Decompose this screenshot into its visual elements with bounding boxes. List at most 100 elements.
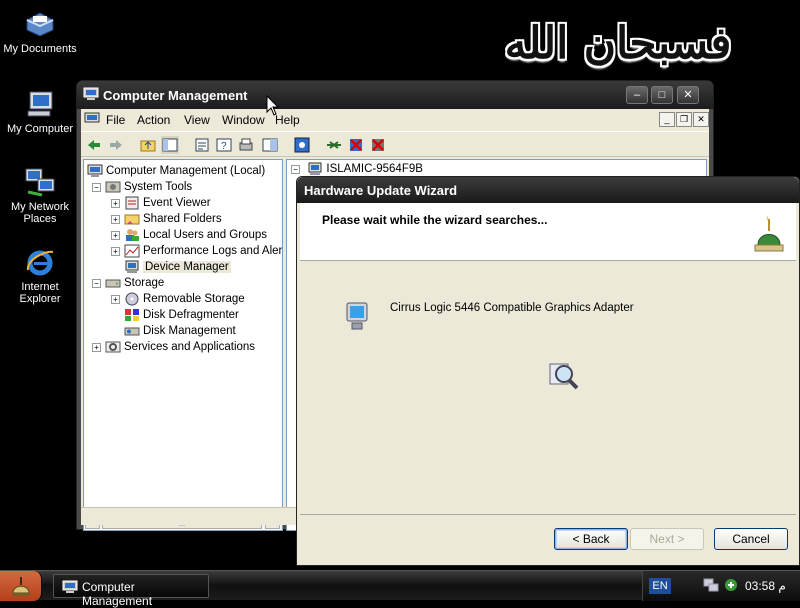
- forward-arrow-icon[interactable]: [107, 136, 125, 154]
- tree-item-shared-folders[interactable]: + Shared Folders: [111, 212, 222, 228]
- disable-device-icon[interactable]: [369, 136, 387, 154]
- language-indicator[interactable]: EN: [649, 578, 671, 594]
- tree-item-storage[interactable]: − Storage: [92, 276, 164, 292]
- next-button[interactable]: Next >: [630, 528, 704, 550]
- disk-management-icon: [124, 327, 140, 336]
- computer-management-icon: [87, 164, 103, 177]
- close-button[interactable]: ✕: [677, 86, 699, 104]
- tree-item-disk-management[interactable]: Disk Management: [124, 324, 236, 340]
- menu-view[interactable]: View: [184, 113, 210, 127]
- services-apps-icon: [105, 341, 121, 353]
- update-driver-icon[interactable]: [325, 136, 343, 154]
- tree-item-label: Device Manager: [143, 261, 231, 273]
- tree-item-label: Local Users and Groups: [143, 229, 268, 241]
- up-folder-icon[interactable]: [139, 136, 157, 154]
- device-manager-icon: [125, 260, 139, 273]
- disk-defragmenter-icon: [125, 309, 139, 321]
- tree-item-disk-defragmenter[interactable]: Disk Defragmenter: [124, 308, 239, 324]
- mmc-system-menu-icon[interactable]: [84, 112, 100, 126]
- tree-item-label: Disk Defragmenter: [143, 309, 239, 321]
- tree-item-performance-logs[interactable]: + Performance Logs and Alerts: [111, 244, 283, 260]
- tree-item-system-tools[interactable]: − System Tools: [92, 180, 192, 196]
- toolbar: ?: [81, 131, 709, 157]
- device-tree-root[interactable]: − ISLAMIC-9564F9B: [291, 162, 423, 176]
- taskbar: Computer Management EN 03:58 م: [0, 570, 800, 608]
- network-places-icon: [25, 168, 55, 197]
- desktop-icon-my-documents[interactable]: My Documents: [0, 8, 80, 55]
- cancel-button[interactable]: Cancel: [714, 528, 788, 550]
- removable-storage-icon: [125, 292, 139, 306]
- storage-icon: [105, 279, 121, 288]
- tree-item-removable-storage[interactable]: + Removable Storage: [111, 292, 245, 308]
- network-tray-icon[interactable]: [703, 577, 719, 593]
- my-documents-icon: [26, 12, 54, 37]
- wizard-body: Cirrus Logic 5446 Compatible Graphics Ad…: [300, 262, 796, 513]
- device-name-label: Cirrus Logic 5446 Compatible Graphics Ad…: [390, 302, 634, 314]
- dialog-titlebar[interactable]: Hardware Update Wizard: [297, 177, 799, 203]
- mdi-close-button[interactable]: ✕: [693, 112, 709, 127]
- system-tray: EN 03:58 م: [642, 571, 800, 601]
- print-icon[interactable]: [237, 136, 255, 154]
- mdi-restore-button[interactable]: ❐: [676, 112, 692, 127]
- start-button[interactable]: [0, 571, 42, 601]
- window-titlebar[interactable]: Computer Management – □ ✕: [77, 81, 713, 109]
- tree-item-label: Performance Logs and Alerts: [143, 245, 283, 257]
- tree-item-device-manager[interactable]: Device Manager: [124, 260, 231, 276]
- performance-logs-icon: [124, 244, 140, 258]
- mosque-dome-logo-icon: [754, 215, 784, 252]
- collapse-toggle[interactable]: −: [92, 182, 101, 192]
- computer-management-icon: [62, 580, 78, 593]
- help-icon[interactable]: ?: [215, 136, 233, 154]
- tree-item-label: Event Viewer: [143, 197, 211, 209]
- internet-explorer-icon: [26, 250, 54, 276]
- desktop-icon-my-computer[interactable]: My Computer: [0, 88, 80, 135]
- desktop-icon-label: Internet Explorer: [19, 281, 61, 305]
- menu-action[interactable]: Action: [137, 113, 170, 127]
- minimize-button[interactable]: –: [626, 86, 648, 104]
- clock[interactable]: 03:58 م: [745, 579, 786, 593]
- tree-item-event-viewer[interactable]: + Event Viewer: [111, 196, 211, 212]
- expand-toggle[interactable]: +: [111, 246, 120, 256]
- menu-file[interactable]: File: [106, 113, 125, 127]
- desktop-calligraphy-text: فسبحان الله حين: [504, 18, 732, 120]
- scan-hardware-icon[interactable]: [293, 136, 311, 154]
- menu-window[interactable]: Window: [222, 113, 265, 127]
- export-list-icon[interactable]: [261, 136, 279, 154]
- expand-toggle[interactable]: +: [111, 198, 120, 208]
- tree-item-label: Disk Management: [143, 325, 236, 337]
- desktop-icon-label: My Network Places: [10, 201, 70, 225]
- tree-item-label: Removable Storage: [143, 293, 245, 305]
- menu-bar: File Action View Window Help _ ❐ ✕: [81, 109, 709, 131]
- local-users-icon: [126, 229, 139, 241]
- expand-toggle[interactable]: +: [92, 342, 101, 352]
- system-tools-icon: [105, 181, 121, 193]
- mdi-minimize-button[interactable]: _: [659, 112, 675, 127]
- tree-item-computer-management[interactable]: Computer Management (Local): [87, 164, 265, 180]
- back-button[interactable]: < Back: [554, 528, 628, 550]
- collapse-toggle[interactable]: −: [92, 278, 101, 288]
- desktop-icon-label: My Computer: [6, 123, 74, 135]
- desktop-icon-network-places[interactable]: My Network Places: [0, 166, 80, 225]
- expand-toggle[interactable]: +: [111, 294, 120, 304]
- tree-item-local-users[interactable]: + Local Users and Groups: [111, 228, 267, 244]
- window-title: Computer Management: [103, 88, 248, 103]
- collapse-toggle[interactable]: −: [291, 164, 300, 174]
- tree-item-services-applications[interactable]: + Services and Applications: [92, 340, 255, 356]
- taskbar-button-computer-management[interactable]: Computer Management: [53, 574, 209, 608]
- svg-text:?: ?: [221, 141, 227, 152]
- tree-item-label: Services and Applications: [124, 341, 256, 353]
- maximize-button[interactable]: □: [651, 86, 673, 104]
- expand-toggle[interactable]: +: [111, 214, 120, 224]
- shared-folders-icon: [124, 214, 140, 225]
- tree-item-label: Shared Folders: [143, 213, 222, 225]
- back-arrow-icon[interactable]: [85, 136, 103, 154]
- show-hide-tree-icon[interactable]: [161, 136, 179, 154]
- wizard-heading: Please wait while the wizard searches...: [322, 213, 548, 227]
- uninstall-icon[interactable]: [347, 136, 365, 154]
- expand-toggle[interactable]: +: [111, 230, 120, 240]
- hardware-tray-icon[interactable]: [723, 577, 739, 593]
- properties-icon[interactable]: [193, 136, 211, 154]
- desktop-icon-internet-explorer[interactable]: Internet Explorer: [0, 246, 80, 305]
- event-viewer-icon: [125, 196, 139, 210]
- console-tree[interactable]: Computer Management (Local) − System Tool…: [83, 159, 283, 531]
